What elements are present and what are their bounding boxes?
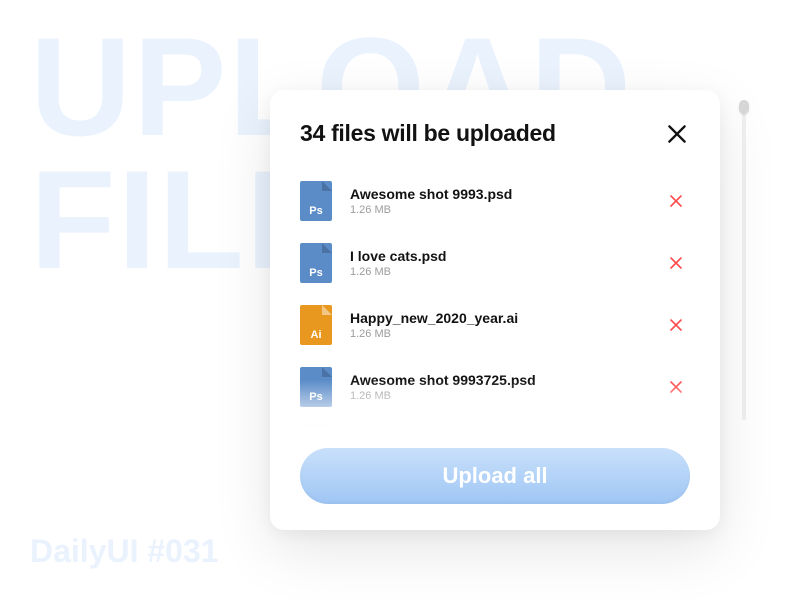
- dialog-title: 34 files will be uploaded: [300, 120, 556, 147]
- file-size: 1.26 MB: [350, 204, 650, 216]
- file-name: Awesome shot 9993.psd: [350, 437, 690, 440]
- psd-file-icon: [300, 425, 332, 440]
- file-list: Ps Awesome shot 9993.psd 1.26 MB Ps I lo…: [300, 171, 690, 440]
- ai-file-icon: Ai: [300, 305, 332, 345]
- upload-all-button[interactable]: Upload all: [300, 448, 690, 504]
- file-name: Awesome shot 9993.psd: [350, 186, 650, 202]
- file-size: 1.26 MB: [350, 266, 650, 278]
- file-name: I love cats.psd: [350, 248, 650, 264]
- remove-file-icon[interactable]: [668, 379, 684, 395]
- file-size: 1.26 MB: [350, 328, 650, 340]
- file-row: Ps Awesome shot 9993725.psd 1.26 MB: [300, 357, 690, 419]
- close-icon[interactable]: [664, 121, 690, 147]
- remove-file-icon[interactable]: [668, 317, 684, 333]
- upload-dialog: 34 files will be uploaded Ps Awesome sho…: [270, 90, 720, 530]
- remove-file-icon[interactable]: [668, 255, 684, 271]
- psd-file-icon: Ps: [300, 243, 332, 283]
- file-row: Awesome shot 9993.psd: [300, 419, 690, 440]
- psd-file-icon: Ps: [300, 367, 332, 407]
- file-size: 1.26 MB: [350, 390, 650, 402]
- remove-file-icon[interactable]: [668, 193, 684, 209]
- file-name: Awesome shot 9993725.psd: [350, 372, 650, 388]
- psd-file-icon: Ps: [300, 181, 332, 221]
- scrollbar-thumb[interactable]: [739, 100, 749, 114]
- file-row: Ps I love cats.psd 1.26 MB: [300, 233, 690, 295]
- challenge-caption: DailyUI #031: [30, 533, 219, 570]
- file-name: Happy_new_2020_year.ai: [350, 310, 650, 326]
- file-row: Ps Awesome shot 9993.psd 1.26 MB: [300, 171, 690, 233]
- file-row: Ai Happy_new_2020_year.ai 1.26 MB: [300, 295, 690, 357]
- scrollbar-track[interactable]: [742, 100, 746, 420]
